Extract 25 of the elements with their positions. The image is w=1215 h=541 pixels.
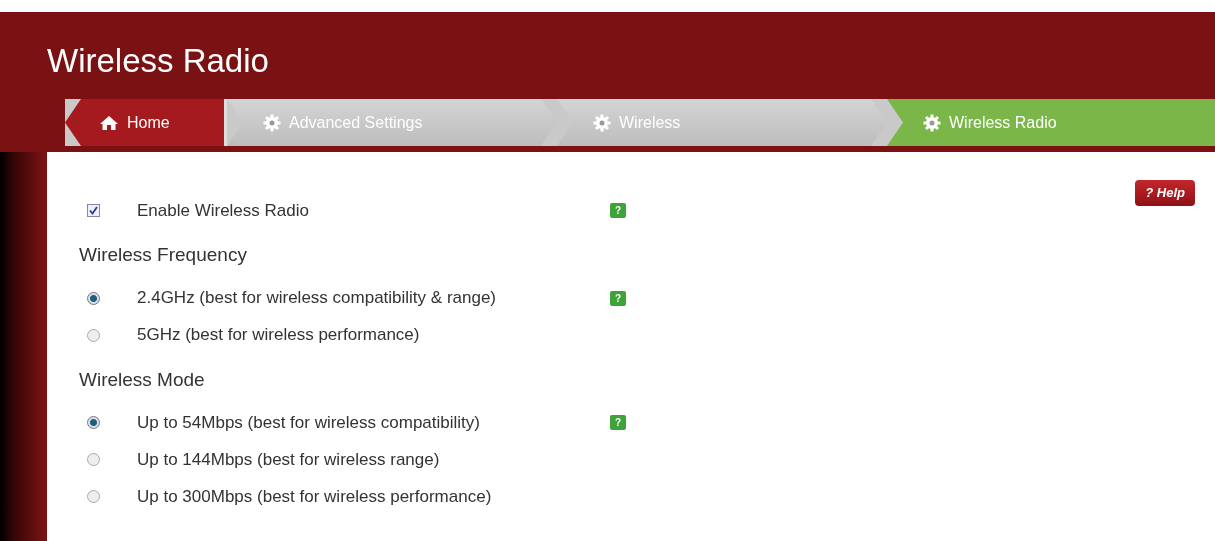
option-label: Enable Wireless Radio <box>137 200 309 220</box>
breadcrumb-tab[interactable]: Home <box>65 99 227 146</box>
option-label: 2.4GHz (best for wireless compatibility & range) <box>137 288 497 308</box>
option-label: Up to 300Mbps (best for wireless performance) <box>137 486 492 506</box>
help-button[interactable]: ? Help <box>1135 180 1195 206</box>
option-label: Up to 144Mbps (best for wireless range) <box>137 449 440 469</box>
page-title: Wireless Radio <box>46 41 270 77</box>
breadcrumb-tab[interactable]: Wireless Radio <box>887 99 1215 146</box>
home-icon <box>99 114 119 131</box>
gear-icon <box>923 113 941 132</box>
option-label: 5GHz (best for wireless performance) <box>137 325 420 345</box>
gear-icon <box>593 113 611 132</box>
option-label: Up to 54Mbps (best for wireless compatibility) <box>137 412 480 432</box>
radio-button[interactable] <box>87 453 100 466</box>
section-heading: Wireless Mode <box>79 367 206 392</box>
gear-icon <box>263 113 281 132</box>
help-badge[interactable]: ? <box>610 290 626 306</box>
radio-button[interactable] <box>87 490 100 503</box>
radio-button[interactable] <box>87 328 100 342</box>
help-badge[interactable]: ? <box>610 415 626 430</box>
help-badge[interactable]: ? <box>610 203 626 218</box>
checkbox[interactable] <box>87 204 100 217</box>
radio-button[interactable] <box>87 291 100 305</box>
section-heading: Wireless Frequency <box>79 243 248 267</box>
radio-button[interactable] <box>87 416 100 429</box>
